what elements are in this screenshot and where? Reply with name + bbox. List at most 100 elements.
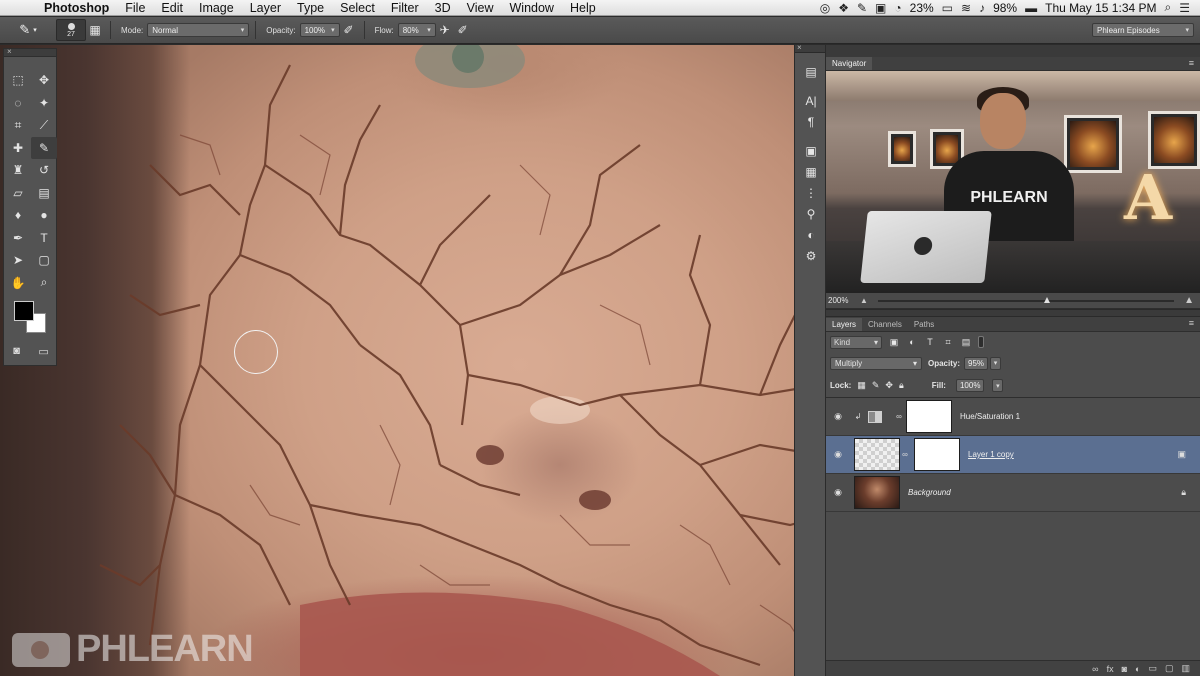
menu-select[interactable]: Select — [332, 0, 383, 16]
foreground-color-swatch[interactable] — [14, 301, 34, 321]
blur-tool-icon[interactable]: ♦ — [5, 204, 31, 227]
tab-layers[interactable]: Layers — [826, 318, 863, 331]
search-icon[interactable]: ⌕ — [1165, 0, 1172, 15]
info-panel-icon[interactable]: ▣ — [795, 140, 827, 161]
menu-view[interactable]: View — [459, 0, 502, 16]
mode-dropdown[interactable]: Normal ▾ — [147, 23, 250, 37]
zoom-tool-icon[interactable]: ⌕ — [31, 272, 57, 295]
trash-icon[interactable]: ▥ — [1181, 663, 1190, 674]
menu-edit[interactable]: Edit — [153, 0, 191, 16]
add-mask-icon[interactable]: ◙ — [1122, 664, 1127, 674]
zoom-in-icon[interactable]: ▲ — [1184, 295, 1194, 306]
hand-tool-icon[interactable]: ✋ — [5, 272, 31, 295]
clock[interactable]: Thu May 15 1:34 PM — [1045, 1, 1156, 15]
wifi-icon[interactable]: ≋ — [961, 1, 971, 15]
adjustment-filter-icon[interactable]: ◐ — [906, 336, 918, 348]
pen-tool-icon[interactable]: ✒ — [5, 227, 31, 250]
screen-mode-icon[interactable]: ▭ — [38, 345, 48, 358]
navigator-zoom-slider[interactable] — [877, 296, 1175, 303]
new-group-icon[interactable]: ▭ — [1148, 663, 1157, 674]
shape-filter-icon[interactable]: ⌗ — [942, 336, 954, 348]
lasso-tool-icon[interactable]: ◌ — [5, 92, 31, 115]
properties-panel-icon[interactable]: ⚙ — [795, 245, 827, 266]
layer-opacity-field[interactable]: 95% — [964, 356, 989, 370]
eyedropper-tool-icon[interactable]: ⟋ — [31, 114, 57, 137]
panel-menu-icon[interactable]: ≡ — [1189, 318, 1194, 328]
pressure-opacity-icon[interactable]: ✐ — [340, 21, 358, 39]
menu-app-name[interactable]: Photoshop — [36, 0, 117, 16]
zoom-out-icon[interactable]: ▲ — [860, 296, 868, 305]
visibility-eye-icon[interactable]: ◉ — [826, 411, 850, 422]
smart-object-filter-icon[interactable]: ▤ — [960, 336, 972, 348]
menu-file[interactable]: File — [117, 0, 153, 16]
new-adjustment-icon[interactable]: ◐ — [1135, 664, 1140, 674]
new-layer-icon[interactable]: ▢ — [1165, 663, 1174, 674]
list-icon[interactable]: ☰ — [1179, 1, 1190, 15]
brush-presets-panel-icon[interactable]: ⚲ — [795, 203, 827, 224]
strip-header[interactable]: × — [795, 43, 825, 53]
dropbox-icon[interactable]: ❖ — [838, 1, 849, 15]
menu-type[interactable]: Type — [289, 0, 332, 16]
adjustments-panel-icon[interactable]: ◐ — [795, 224, 827, 245]
menu-3d[interactable]: 3D — [427, 0, 459, 16]
lock-pixels-icon[interactable]: ✎ — [872, 380, 880, 391]
tab-channels[interactable]: Channels — [862, 318, 908, 331]
tools-panel-header[interactable]: × — [4, 47, 56, 57]
layer-name[interactable]: Hue/Saturation 1 — [960, 412, 1020, 421]
layer-row-hue-saturation[interactable]: ◉ ↲ ∞ Hue/Saturation 1 — [826, 398, 1200, 436]
pressure-size-icon[interactable]: ✐ — [454, 21, 472, 39]
tab-navigator[interactable]: Navigator — [826, 57, 873, 70]
fill-field[interactable]: 100% — [955, 379, 985, 392]
panel-divider[interactable] — [826, 309, 1200, 317]
link-chain-icon[interactable]: ∞ — [894, 412, 904, 421]
menu-layer[interactable]: Layer — [242, 0, 289, 16]
move-tool-icon[interactable]: ✥ — [31, 69, 57, 92]
battery-icon[interactable]: ◔ — [894, 1, 901, 15]
tab-paths[interactable]: Paths — [908, 318, 940, 331]
zoom-slider-knob[interactable] — [1043, 296, 1050, 303]
link-layers-icon[interactable]: ∞ — [1092, 664, 1098, 674]
filter-kind-dropdown[interactable]: Kind ▾ — [830, 335, 882, 349]
magic-wand-tool-icon[interactable]: ✦ — [31, 92, 57, 115]
clone-stamp-tool-icon[interactable]: ♜ — [5, 159, 31, 182]
marquee-tool-icon[interactable]: ⬚ — [5, 69, 31, 92]
navigator-preview[interactable]: A PHLEARN — [826, 71, 1200, 293]
visibility-eye-icon[interactable]: ◉ — [826, 487, 850, 498]
layer-mask-thumbnail[interactable] — [906, 400, 952, 433]
close-icon[interactable]: × — [797, 43, 802, 52]
chevron-down-icon[interactable]: ▾ — [992, 379, 1004, 392]
layer-thumbnail[interactable] — [854, 476, 900, 509]
layer-row-background[interactable]: ◉ Background 🔒︎ — [826, 474, 1200, 512]
volume-icon[interactable]: ♪ — [979, 1, 985, 15]
layer-mask-thumbnail[interactable] — [914, 438, 960, 471]
type-filter-icon[interactable]: T — [924, 336, 936, 348]
menu-image[interactable]: Image — [191, 0, 242, 16]
color-swatches[interactable] — [12, 299, 52, 337]
swatches-panel-icon[interactable]: ▦ — [795, 161, 827, 182]
airplay-icon[interactable]: ▭ — [942, 1, 953, 15]
brush-panel-icon[interactable]: ▦ — [86, 21, 104, 39]
brush-preset-picker[interactable]: ✎ ▾ — [6, 19, 50, 41]
lock-position-icon[interactable]: ✥ — [885, 380, 893, 391]
creative-cloud-icon[interactable]: ◎ — [820, 1, 830, 15]
layer-row-layer-1-copy[interactable]: ◉ ∞ Layer 1 copy ▣ — [826, 436, 1200, 474]
flow-field[interactable]: 80% ▾ — [397, 23, 436, 37]
blend-mode-dropdown[interactable]: Multiply ▾ — [830, 356, 922, 370]
dodge-tool-icon[interactable]: ● — [31, 204, 57, 227]
close-icon[interactable]: × — [7, 47, 12, 56]
layer-name[interactable]: Layer 1 copy — [968, 450, 1014, 459]
brush-size-picker[interactable]: 27 — [56, 19, 86, 41]
visibility-eye-icon[interactable]: ◉ — [826, 449, 850, 460]
link-chain-icon[interactable]: ∞ — [900, 450, 910, 459]
quick-mask-icon[interactable]: ◙ — [13, 345, 20, 358]
healing-brush-tool-icon[interactable]: ✚ — [5, 137, 31, 160]
path-selection-tool-icon[interactable]: ➤ — [5, 249, 31, 272]
character-panel-icon[interactable]: A| — [795, 90, 827, 111]
chevron-down-icon[interactable]: ▾ — [990, 356, 1002, 370]
document-canvas[interactable]: PHLEARN — [0, 45, 826, 676]
history-panel-icon[interactable]: ▤ — [795, 61, 827, 82]
panel-menu-icon[interactable]: ≡ — [1189, 58, 1194, 68]
dashboard-icon[interactable]: ▣ — [875, 1, 886, 15]
brush-tool-icon[interactable]: ✎ — [31, 136, 57, 159]
evernote-icon[interactable]: ✎ — [857, 1, 867, 15]
